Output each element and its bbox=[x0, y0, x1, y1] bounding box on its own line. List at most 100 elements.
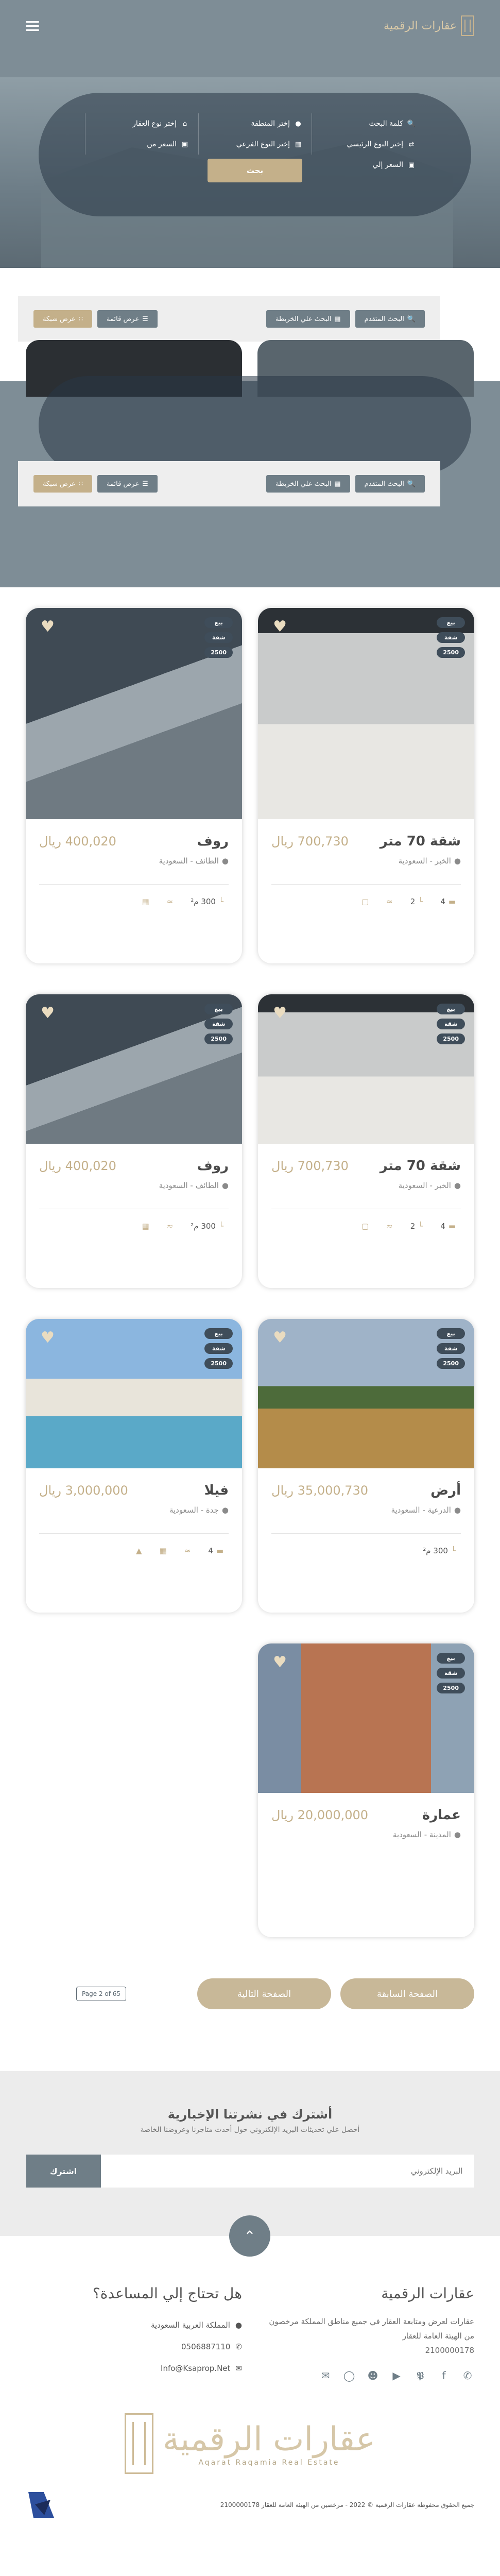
map-search-button[interactable]: ▦ البحث علي الخريطة bbox=[266, 310, 350, 328]
listing-location: الطائف - السعودية bbox=[159, 856, 219, 866]
pin-icon: ● bbox=[221, 1505, 229, 1515]
main-type-select[interactable]: ⇄ إختر النوع الرئيسي bbox=[321, 134, 416, 155]
snapchat-icon[interactable]: ☻ bbox=[366, 2369, 380, 2382]
price-from-field[interactable]: ▣ السعر من bbox=[95, 134, 189, 155]
search-button[interactable]: بحث bbox=[208, 159, 302, 182]
favorite-icon[interactable]: ♥ bbox=[271, 1006, 287, 1021]
bath-icon: └ bbox=[418, 1222, 423, 1231]
bed-count: 4 bbox=[440, 1222, 445, 1231]
twitter-icon[interactable]: 𝕻 bbox=[413, 2369, 427, 2382]
listing-location: الخبر - السعودية bbox=[398, 856, 451, 866]
bath-count: 2 bbox=[410, 1222, 416, 1231]
listing-price: 20,000,000 ريال bbox=[271, 1808, 369, 1822]
contact-phone[interactable]: 0506887110 bbox=[181, 2342, 230, 2351]
keyword-field[interactable]: 🔍 كلمة البحث bbox=[321, 113, 416, 134]
search-icon: 🔍 bbox=[407, 315, 416, 323]
footer-about: عقارات الرقمية عقارات لعرض ومتابعة العقا… bbox=[258, 2285, 474, 2382]
listing-image[interactable]: بيع شقة 2500 ♥ bbox=[258, 994, 474, 1144]
sub-type-select[interactable]: ▦ إختر النوع الفرعي bbox=[208, 134, 302, 155]
grid-icon: ∷ bbox=[78, 480, 83, 488]
region-select[interactable]: ● إختر المنطقة bbox=[208, 113, 302, 134]
listing-card[interactable]: بيع شقة 2500 ♥ روف 400,020 ريال ● الطائف - ا… bbox=[26, 994, 242, 1288]
wifi-icon: ≈ bbox=[386, 897, 393, 906]
email-field[interactable] bbox=[100, 2155, 474, 2188]
listing-card[interactable]: بيع شقة 2500 ♥ شقة 70 متر 700,730 ريال ● الخ… bbox=[258, 994, 474, 1288]
youtube-icon[interactable]: ▶ bbox=[390, 2369, 403, 2382]
area-badge: 2500 bbox=[437, 647, 465, 658]
site-logo[interactable]: عقارات الرقمية bbox=[384, 15, 474, 36]
list-icon: ☰ bbox=[142, 315, 148, 323]
list-view-label: عرض قائمة bbox=[107, 315, 140, 323]
listing-image[interactable]: بيع شقة 2500 ♥ bbox=[26, 994, 242, 1144]
contact-email[interactable]: Info@Ksaprop.Net bbox=[161, 2364, 230, 2373]
favorite-icon[interactable]: ♥ bbox=[39, 619, 55, 635]
mail-icon[interactable]: ✉ bbox=[319, 2369, 332, 2382]
instagram-icon[interactable]: ◯ bbox=[342, 2369, 356, 2382]
prev-page-button[interactable]: الصفحة السابقة bbox=[340, 1978, 474, 2009]
favorite-icon[interactable]: ♥ bbox=[271, 1655, 287, 1670]
sale-badge: بيع bbox=[437, 1004, 465, 1014]
listing-image[interactable]: بيع شقة 2500 ♥ bbox=[258, 1319, 474, 1468]
listing-card[interactable]: بيع شقة 2500 ♥ فيلا 3,000,000 ريال ● جدة - ا… bbox=[26, 1319, 242, 1613]
home-icon: ⌂ bbox=[182, 120, 187, 128]
listing-image[interactable]: بيع شقة 2500 ♥ bbox=[258, 1643, 474, 1793]
view-toolbar-zone: 🔍 البحث المتقدم ▦ البحث علي الخريطة ☰ عرض ق… bbox=[0, 268, 500, 608]
newsletter-form: اشترك bbox=[26, 2155, 474, 2188]
listing-location: الخبر - السعودية bbox=[398, 1181, 451, 1190]
hamburger-icon[interactable] bbox=[26, 21, 39, 31]
favorite-icon[interactable]: ♥ bbox=[271, 619, 287, 635]
elevator-icon: ▦ bbox=[142, 1222, 149, 1231]
subscribe-button[interactable]: اشترك bbox=[26, 2155, 101, 2188]
bath-count: 2 bbox=[410, 897, 416, 906]
map-icon: ▦ bbox=[334, 480, 341, 488]
listing-price: 700,730 ريال bbox=[271, 1159, 349, 1173]
listing-location: المدينة - السعودية bbox=[392, 1830, 451, 1839]
listing-image[interactable]: بيع شقة 2500 ♥ bbox=[26, 608, 242, 819]
type-badge: شقة bbox=[204, 632, 233, 643]
search-panel-ghost bbox=[39, 376, 471, 474]
advanced-search-button[interactable]: 🔍 البحث المتقدم bbox=[355, 310, 425, 328]
listing-image[interactable]: بيع شقة 2500 ♥ bbox=[26, 1319, 242, 1468]
listing-card[interactable]: بيع شقة 2500 ♥ شقة 70 متر 700,730 ريال ● الخ… bbox=[258, 608, 474, 963]
listing-location: جدة - السعودية bbox=[169, 1505, 219, 1515]
map-search-button[interactable]: ▦ البحث علي الخريطة bbox=[266, 475, 350, 493]
price-to-label: السعر إلي bbox=[372, 161, 403, 169]
gym-icon: ▢ bbox=[361, 897, 369, 906]
whatsapp-icon[interactable]: ✆ bbox=[461, 2369, 474, 2382]
favorite-icon[interactable]: ♥ bbox=[271, 1330, 287, 1346]
listing-price: 35,000,730 ريال bbox=[271, 1483, 369, 1498]
keyword-label: كلمة البحث bbox=[369, 120, 403, 128]
area-icon: └ bbox=[218, 897, 223, 906]
favorite-icon[interactable]: ♥ bbox=[39, 1006, 55, 1021]
listing-title: أرض bbox=[430, 1483, 461, 1498]
listing-card[interactable]: بيع شقة 2500 ♥ روف 400,020 ريال ● الطائف - ا… bbox=[26, 608, 242, 963]
property-type-select[interactable]: ⌂ إختر نوع العقار bbox=[95, 113, 189, 134]
price-to-field[interactable]: ▣ السعر إلي bbox=[321, 155, 416, 175]
listing-card[interactable]: بيع شقة 2500 ♥ أرض 35,000,730 ريال ● الدرعية… bbox=[258, 1319, 474, 1613]
scroll-top-icon[interactable]: ⌃ bbox=[229, 2215, 270, 2257]
pagination: الصفحة السابقة الصفحة التالية Page 2 of … bbox=[0, 1963, 500, 2025]
type-badge: شقة bbox=[437, 1019, 465, 1029]
area-value: 300 م² bbox=[423, 1546, 448, 1555]
grid-view-button[interactable]: ∷ عرض شبكة bbox=[33, 475, 93, 493]
next-page-button[interactable]: الصفحة التالية bbox=[197, 1978, 331, 2009]
wifi-icon: ≈ bbox=[166, 1222, 174, 1231]
advanced-search-button[interactable]: 🔍 البحث المتقدم bbox=[355, 475, 425, 493]
pin-icon: ● bbox=[221, 856, 229, 866]
list-view-button[interactable]: ☰ عرض قائمة bbox=[97, 310, 158, 328]
area-badge: 2500 bbox=[204, 1358, 233, 1369]
grid-view-button[interactable]: ∷ عرض شبكة bbox=[33, 310, 93, 328]
favorite-icon[interactable]: ♥ bbox=[39, 1330, 55, 1346]
listing-card[interactable]: بيع شقة 2500 ♥ عمارة 20,000,000 ريال ● المدي… bbox=[258, 1643, 474, 1937]
social-links: ✆ f 𝕻 ▶ ☻ ◯ ✉ bbox=[258, 2369, 474, 2382]
region-label: إختر المنطقة bbox=[251, 120, 290, 128]
contact-country: المملكة العربية السعودية bbox=[151, 2320, 230, 2330]
listing-image[interactable]: بيع شقة 2500 ♥ bbox=[258, 608, 474, 819]
gym-icon: ▢ bbox=[361, 1222, 369, 1231]
area-value: 300 م² bbox=[191, 1222, 216, 1231]
list-view-button[interactable]: ☰ عرض قائمة bbox=[97, 475, 158, 493]
listing-title: شقة 70 متر bbox=[380, 834, 461, 849]
facebook-icon[interactable]: f bbox=[437, 2369, 451, 2382]
sub-type-label: إختر النوع الفرعي bbox=[236, 140, 290, 148]
listing-title: شقة 70 متر bbox=[380, 1158, 461, 1174]
